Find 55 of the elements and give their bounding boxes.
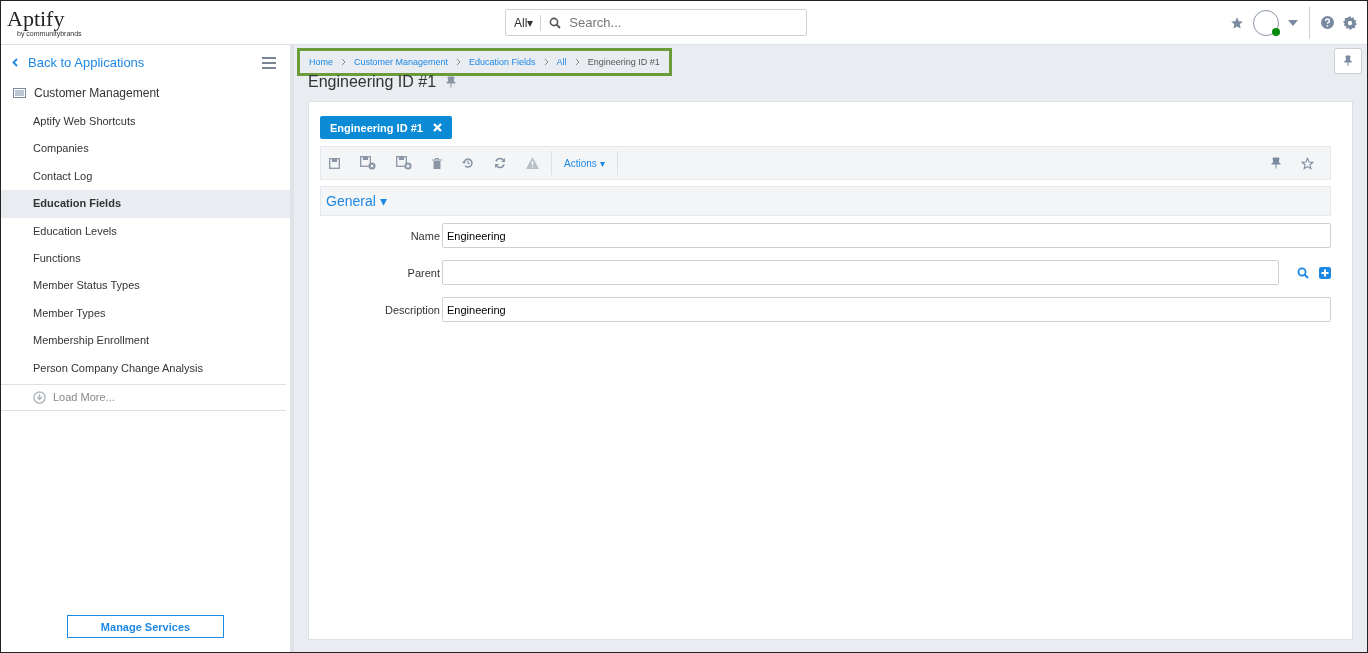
- chevron-icon: [341, 58, 346, 66]
- add-icon[interactable]: [1319, 266, 1331, 279]
- caret-icon[interactable]: [1288, 19, 1298, 26]
- star-icon[interactable]: [1301, 156, 1314, 170]
- save-icon[interactable]: [329, 157, 340, 169]
- menu-icon[interactable]: [262, 56, 276, 69]
- nav-item[interactable]: Member Types: [1, 299, 290, 328]
- history-icon[interactable]: [462, 157, 474, 169]
- warning-icon[interactable]: [526, 157, 539, 169]
- field-label: Description: [383, 303, 440, 316]
- search-field[interactable]: All▾ Search...: [505, 9, 807, 36]
- nav-item[interactable]: Person Company Change Analysis: [1, 354, 290, 382]
- pin-icon[interactable]: [446, 76, 457, 88]
- nav-item[interactable]: Companies: [1, 135, 290, 163]
- pin-icon[interactable]: [1271, 157, 1281, 169]
- text-field[interactable]: Engineering: [442, 297, 1331, 322]
- page-title: Engineering ID #1: [308, 73, 437, 91]
- search-scope-dropdown[interactable]: All▾: [506, 14, 542, 31]
- nav-item[interactable]: Aptify Web Shortcuts: [1, 108, 290, 136]
- search-icon: [549, 16, 562, 29]
- breadcrumb-current: Engineering ID #1: [587, 57, 660, 67]
- pin-icon: [1342, 55, 1354, 67]
- record-tab[interactable]: Engineering ID #1: [320, 116, 452, 139]
- nav-item[interactable]: Member Status Types: [1, 272, 290, 300]
- manage-services-button[interactable]: Manage Services: [67, 615, 224, 638]
- section-heading: Customer Management: [34, 86, 160, 100]
- nav-item[interactable]: Functions: [1, 244, 290, 273]
- star-icon[interactable]: [1230, 15, 1244, 30]
- list-icon: [13, 88, 26, 98]
- save-new-icon[interactable]: [396, 156, 412, 170]
- search-icon[interactable]: [1297, 266, 1309, 279]
- settings-icon[interactable]: [1343, 15, 1357, 30]
- text-field[interactable]: Engineering: [442, 223, 1331, 248]
- nav-item[interactable]: Education Levels: [1, 217, 290, 245]
- help-icon[interactable]: [1321, 16, 1334, 29]
- back-link[interactable]: Back to Applications: [12, 55, 145, 70]
- logo: Aptify: [7, 8, 66, 30]
- chevron-icon: [12, 58, 18, 67]
- chevron-icon: [574, 58, 580, 66]
- field-label: Parent: [406, 266, 440, 279]
- nav-item[interactable]: Contact Log: [1, 162, 290, 191]
- trash-icon[interactable]: [432, 157, 442, 169]
- download-icon: [33, 390, 46, 404]
- actions-menu[interactable]: Actions ▾: [564, 157, 605, 169]
- chevron-icon: [543, 58, 549, 66]
- field-label: Name: [409, 229, 440, 242]
- nav-item[interactable]: Membership Enrollment: [1, 327, 290, 355]
- text-field[interactable]: [442, 260, 1279, 285]
- save-close-icon[interactable]: [360, 156, 376, 170]
- nav-item[interactable]: Education Fields: [1, 190, 290, 218]
- refresh-icon[interactable]: [494, 157, 506, 169]
- load-more-link[interactable]: Load More...: [33, 390, 254, 404]
- chevron-icon: [456, 58, 462, 66]
- close-icon[interactable]: [432, 123, 442, 132]
- pin-button[interactable]: [1334, 48, 1362, 74]
